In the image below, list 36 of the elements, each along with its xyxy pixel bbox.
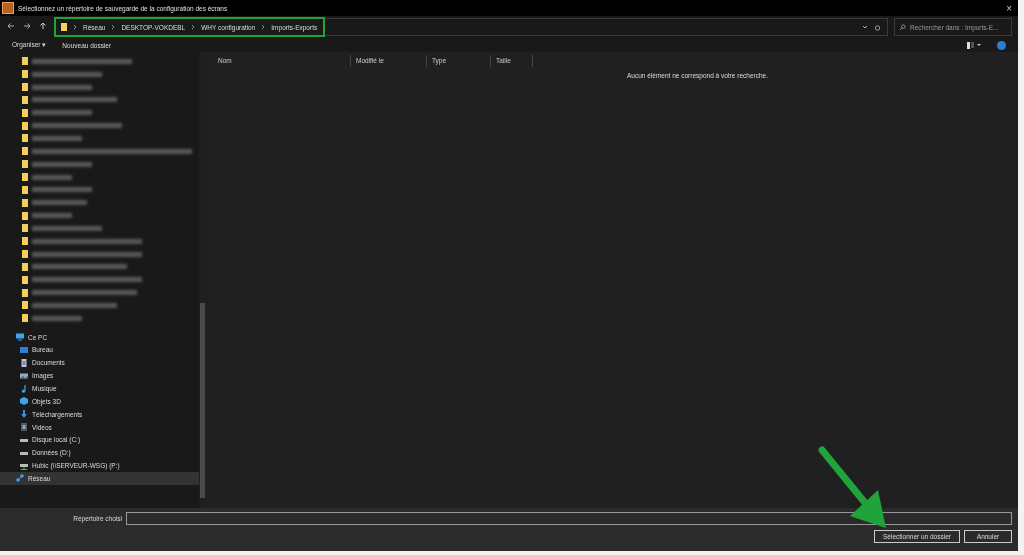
chevron-icon: [191, 23, 196, 31]
blurred-label: [32, 71, 102, 77]
close-button[interactable]: ×: [1006, 2, 1012, 14]
folder-input-field[interactable]: [126, 512, 1012, 525]
blurred-label: [32, 174, 72, 180]
blurred-label: [32, 136, 82, 141]
network-icon: [16, 474, 24, 483]
search-icon: [899, 23, 906, 31]
blurred-label: [32, 225, 102, 231]
computer-icon: [16, 333, 24, 342]
music-note-icon: [20, 384, 28, 393]
chevron-icon: [261, 23, 266, 31]
blurred-label: [32, 84, 92, 90]
chevron-icon: [111, 23, 116, 31]
scrollbar[interactable]: [199, 52, 207, 508]
film-icon: [20, 423, 28, 432]
blurred-label: [32, 187, 92, 193]
network-drive-icon: [20, 461, 28, 470]
desktop-icon: [20, 346, 28, 354]
dropdown-icon[interactable]: [862, 24, 868, 30]
document-icon: [20, 358, 28, 367]
blurred-label: [32, 213, 72, 219]
refresh-icon[interactable]: [874, 23, 881, 31]
blurred-label: [32, 315, 82, 321]
view-icon[interactable]: [967, 41, 981, 49]
app-icon: [2, 2, 14, 14]
cube-icon: [20, 397, 28, 406]
up-icon[interactable]: [38, 22, 48, 32]
blurred-label: [32, 200, 87, 206]
blurred-label: [32, 161, 92, 167]
download-arrow-icon: [20, 410, 28, 419]
chevron-icon: [73, 23, 77, 31]
blurred-label: [32, 110, 92, 116]
image-icon: [20, 371, 28, 380]
folder-icon: [61, 23, 67, 31]
help-icon[interactable]: [997, 40, 1006, 50]
